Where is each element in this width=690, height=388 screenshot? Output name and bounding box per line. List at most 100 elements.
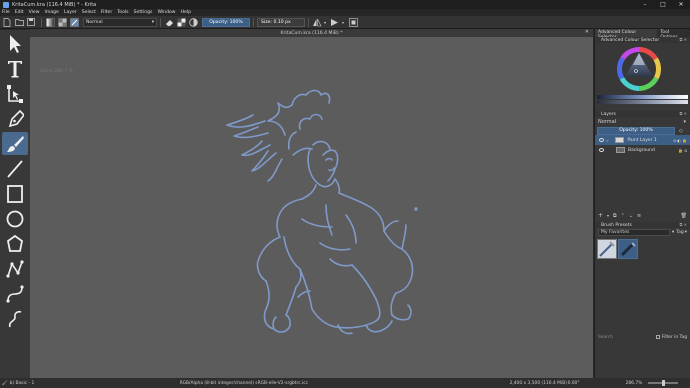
layers-empty-area	[595, 155, 690, 211]
opacity-slider[interactable]: Opacity: 100%	[202, 17, 250, 27]
panel-float-close-icon[interactable]: ⧉ ✕	[680, 37, 687, 42]
bezier-curve-tool-icon[interactable]	[2, 282, 28, 305]
blend-mode-select[interactable]: Normal ▾	[83, 17, 157, 27]
preset-thumbnail[interactable]	[618, 239, 638, 259]
close-button[interactable]: ✕	[672, 0, 690, 9]
panel-float-close-icon[interactable]: ⧉ ✕	[680, 111, 687, 116]
preset-thumbnail[interactable]	[597, 239, 617, 259]
chevron-down-icon[interactable]: ▾	[672, 230, 674, 235]
layer-blend-mode-select[interactable]: Normal	[598, 119, 683, 125]
duplicate-layer-icon[interactable]: ⧉	[613, 213, 617, 219]
save-icon[interactable]	[26, 17, 36, 27]
move-up-icon[interactable]: ⌃	[621, 213, 625, 219]
layer-name[interactable]: Paint Layer 1	[627, 138, 656, 143]
menu-settings[interactable]: Settings	[134, 10, 153, 15]
move-down-icon[interactable]: ⌄	[629, 213, 633, 219]
filter-in-tag-label[interactable]: Filter in Tag	[662, 335, 687, 340]
menu-select[interactable]: Select	[82, 10, 96, 15]
layer-flags-icon[interactable]: 🔒 α	[678, 148, 687, 153]
new-document-icon[interactable]	[2, 17, 12, 27]
mirror-horizontal-icon[interactable]	[312, 17, 322, 27]
filter-icon[interactable]: ▾	[683, 119, 686, 125]
layer-thumbnail	[616, 147, 625, 153]
color-profile-status[interactable]: RGB/Alpha (8-bit integer/channel) sRGB-e…	[180, 381, 510, 386]
tab-tool-options[interactable]: Tool Options	[657, 29, 690, 40]
search-input[interactable]: Search	[598, 335, 656, 340]
zoom-slider[interactable]	[647, 380, 678, 386]
freehand-brush-tool-icon[interactable]	[2, 132, 28, 155]
gradient-icon[interactable]	[45, 17, 55, 27]
layer-opacity-row: Opacity: 100% ◇	[595, 126, 690, 135]
minimize-button[interactable]: –	[636, 0, 654, 9]
layer-properties-icon[interactable]: ◇	[679, 128, 683, 134]
text-tool-icon[interactable]	[2, 57, 28, 80]
chevron-down-icon[interactable]: ▾	[685, 230, 687, 235]
layer-flags-icon[interactable]: α ◐ 🔒	[673, 138, 687, 143]
colour-shade-bars[interactable]	[595, 95, 690, 107]
chevron-down-icon[interactable]: ▾	[607, 213, 609, 218]
eye-icon[interactable]	[599, 138, 604, 142]
freehand-path-tool-icon[interactable]	[2, 307, 28, 330]
sketch-drawing	[226, 89, 418, 335]
menu-window[interactable]: Window	[157, 10, 175, 15]
zoom-slider-handle[interactable]	[661, 380, 665, 386]
rectangle-tool-icon[interactable]	[2, 182, 28, 205]
edit-shapes-tool-icon[interactable]	[2, 82, 28, 105]
polyline-tool-icon[interactable]	[2, 257, 28, 280]
layers-header: Layers ⧉ ✕	[595, 111, 690, 117]
toolbox	[0, 30, 30, 378]
brush-status-icon[interactable]: 🖌	[2, 381, 8, 386]
line-tool-icon[interactable]	[2, 157, 28, 180]
zoom-status[interactable]: 286.7%	[626, 381, 644, 386]
brush-status[interactable]: b) Basic - 1	[10, 381, 180, 386]
eye-icon[interactable]	[599, 148, 604, 152]
menu-image[interactable]: Image	[45, 10, 59, 15]
colour-wheel[interactable]	[595, 43, 690, 95]
menu-file[interactable]: File	[2, 10, 10, 15]
layer-properties-icon[interactable]: ≡	[637, 213, 641, 219]
add-layer-icon[interactable]: +	[598, 212, 603, 219]
layer-row[interactable]: Background 🔒 α	[595, 145, 690, 155]
panel-float-close-icon[interactable]: ⧉ ✕	[680, 222, 687, 227]
ellipse-tool-icon[interactable]	[2, 207, 28, 230]
tab-advanced-colour-selector[interactable]: Advanced Colour Selector	[595, 29, 658, 40]
rotation-status: 0.00°	[567, 380, 580, 386]
eraser-icon[interactable]	[164, 17, 174, 27]
pattern-icon[interactable]	[57, 17, 67, 27]
presets-empty-area	[595, 261, 690, 333]
brush-presets-header: Brush Presets ⧉ ✕	[595, 222, 690, 228]
mirror-vertical-icon[interactable]	[330, 17, 340, 27]
checkmark-icon[interactable]: ✓	[606, 138, 609, 143]
open-folder-icon[interactable]	[14, 17, 24, 27]
checkbox-icon[interactable]	[655, 335, 660, 339]
layer-row[interactable]: ✓ Paint Layer 1 α ◐ 🔒	[595, 135, 690, 145]
chevron-down-icon[interactable]: ▾	[324, 20, 326, 25]
tag-label[interactable]: Tag	[676, 230, 684, 235]
calligraphy-tool-icon[interactable]	[2, 107, 28, 130]
size-slider[interactable]: Size: 0.10 px	[257, 17, 305, 27]
layer-name[interactable]: Background	[628, 148, 655, 153]
select-shapes-tool-icon[interactable]	[2, 32, 28, 55]
dock-tabs: Advanced Colour Selector Tool Options	[595, 29, 690, 40]
trash-icon[interactable]: 🗑	[681, 213, 687, 219]
wrap-around-icon[interactable]	[348, 17, 358, 27]
layer-opacity-slider[interactable]: Opacity: 100%	[597, 126, 675, 135]
polygon-tool-icon[interactable]	[2, 232, 28, 255]
status-bar: 🖌 b) Basic - 1 RGB/Alpha (8-bit integer/…	[0, 378, 690, 388]
maximize-button[interactable]: □	[654, 0, 672, 9]
brush-preset-icon[interactable]	[69, 17, 79, 27]
lock-alpha-icon[interactable]	[188, 17, 198, 27]
menu-edit[interactable]: Edit	[15, 10, 24, 15]
chevron-down-icon: ▾	[151, 19, 154, 25]
menu-layer[interactable]: Layer	[64, 10, 77, 15]
menu-view[interactable]: View	[29, 10, 40, 15]
preserve-alpha-icon[interactable]	[176, 17, 186, 27]
menu-filter[interactable]: Filter	[101, 10, 112, 15]
chevron-down-icon[interactable]: ▾	[342, 20, 344, 25]
menu-tools[interactable]: Tools	[117, 10, 128, 15]
menu-help[interactable]: Help	[181, 10, 191, 15]
preset-tag-row: My Favorites ▾ Tag ▾	[595, 228, 690, 237]
canvas-area[interactable]: KritaCum.kra (116.4 MiB) * ✕ Zoom 286.7 …	[30, 29, 593, 378]
tag-select[interactable]: My Favorites	[598, 229, 670, 236]
menu-bar: File Edit View Image Layer Select Filter…	[0, 9, 690, 16]
